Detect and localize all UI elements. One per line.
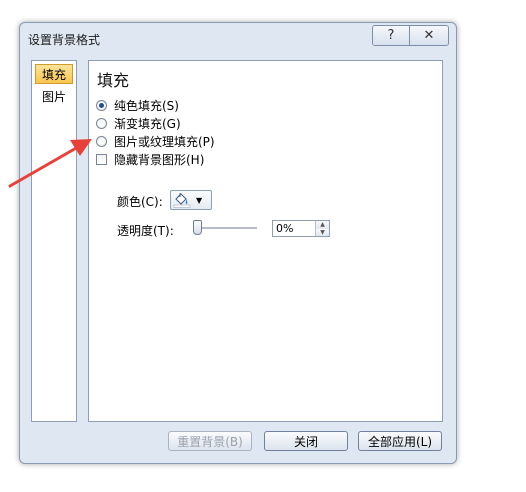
gradient-fill-radio[interactable] — [96, 118, 107, 129]
picture-fill-radio[interactable] — [96, 136, 107, 147]
help-icon: ? — [387, 28, 395, 43]
transparency-slider-track[interactable] — [199, 227, 257, 229]
solid-fill-option[interactable]: 纯色填充(S) — [96, 97, 179, 114]
hide-background-checkbox[interactable] — [96, 154, 107, 165]
sidebar-item-picture[interactable]: 图片 — [35, 87, 73, 107]
close-window-button[interactable]: ✕ — [409, 26, 448, 45]
spinner-arrows: ▲ ▼ — [315, 221, 329, 236]
picture-fill-option[interactable]: 图片或纹理填充(P) — [96, 133, 215, 150]
section-title: 填充 — [97, 71, 130, 90]
title-buttons: ? ✕ — [372, 25, 449, 46]
fill-panel: 填充 纯色填充(S) 渐变填充(G) 图片或纹理填充(P) 隐藏背景图形(H) … — [88, 60, 443, 422]
spin-down-icon[interactable]: ▼ — [316, 228, 329, 236]
hide-background-label: 隐藏背景图形(H) — [114, 153, 205, 167]
gradient-fill-option[interactable]: 渐变填充(G) — [96, 115, 181, 132]
help-button[interactable]: ? — [373, 26, 409, 45]
transparency-input[interactable] — [273, 221, 315, 236]
dialog-title: 设置背景格式 — [28, 33, 101, 47]
reset-background-button[interactable]: 重置背景(B) — [168, 431, 252, 451]
format-background-dialog: 设置背景格式 ? ✕ 填充 图片 填充 纯色填充(S) 渐变填充(G) 图片或纹… — [19, 22, 457, 464]
transparency-slider-thumb[interactable] — [193, 220, 202, 235]
color-label: 颜色(C): — [117, 195, 163, 209]
picture-fill-label: 图片或纹理填充(P) — [114, 135, 215, 149]
titlebar: 设置背景格式 ? ✕ — [20, 23, 456, 53]
close-icon: ✕ — [423, 28, 435, 43]
transparency-spinner[interactable]: ▲ ▼ — [272, 220, 330, 237]
sidebar-item-fill[interactable]: 填充 — [35, 64, 73, 84]
chevron-down-icon: ▼ — [196, 195, 203, 205]
close-button[interactable]: 关闭 — [264, 431, 348, 451]
gradient-fill-label: 渐变填充(G) — [114, 117, 181, 131]
apply-all-button[interactable]: 全部应用(L) — [358, 431, 442, 451]
solid-fill-radio[interactable] — [96, 100, 107, 111]
fill-color-button[interactable]: ▼ — [170, 190, 212, 210]
transparency-label: 透明度(T): — [117, 224, 174, 238]
sidebar-item-label: 图片 — [41, 90, 66, 104]
spin-up-icon[interactable]: ▲ — [316, 221, 329, 229]
paint-bucket-icon — [173, 193, 191, 208]
category-sidebar: 填充 图片 — [31, 60, 77, 422]
sidebar-item-label: 填充 — [41, 68, 66, 82]
hide-background-option[interactable]: 隐藏背景图形(H) — [96, 151, 204, 168]
solid-fill-label: 纯色填充(S) — [114, 99, 179, 113]
